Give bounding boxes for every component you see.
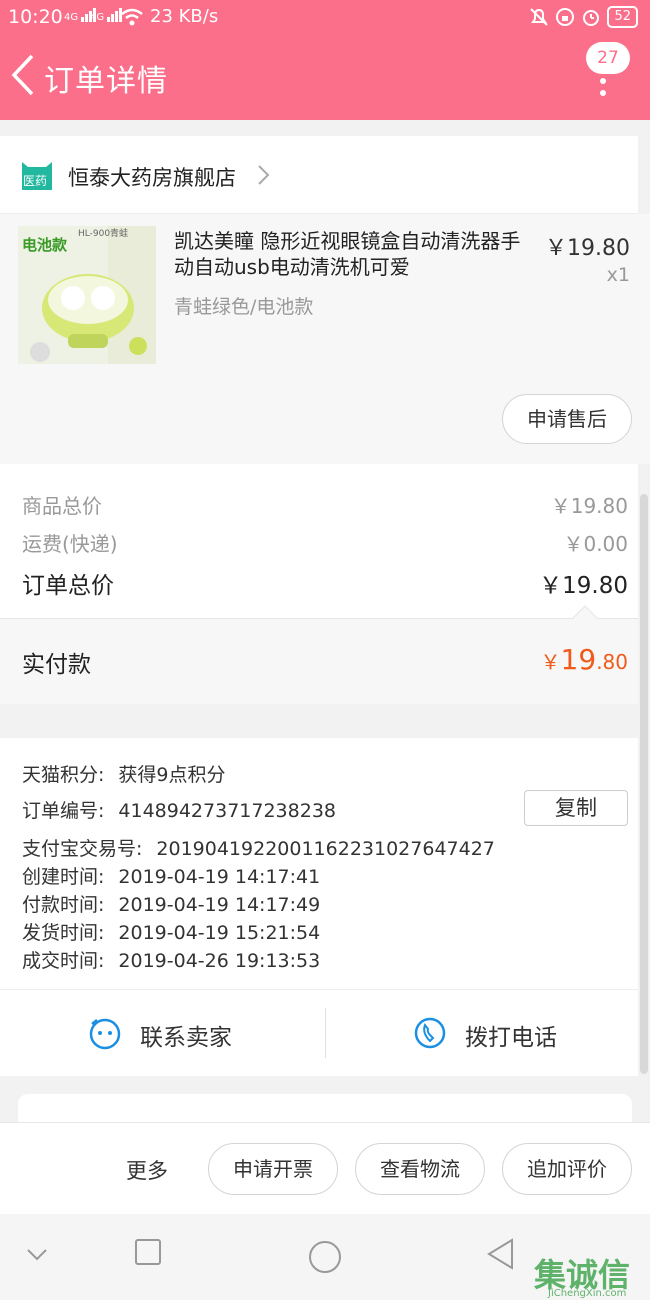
hide-nav-icon[interactable]: [26, 1248, 48, 1262]
chevron-right-icon: [258, 165, 270, 185]
more-menu-button[interactable]: 27: [580, 42, 630, 112]
points-row: 天猫积分: 获得9点积分: [22, 760, 226, 787]
shipping-label: 运费(快递): [22, 532, 118, 556]
back-nav-icon[interactable]: [486, 1238, 516, 1270]
message-count-badge: 27: [586, 42, 630, 74]
product-item[interactable]: 电池款 HL-900青蛙 凯达美瞳 隐形近视眼镜盒自动清洗器手动自动usb电动清…: [0, 214, 650, 464]
product-title[interactable]: 凯达美瞳 隐形近视眼镜盒自动清洗器手动自动usb电动清洗机可爱: [174, 228, 524, 280]
status-bar: 10:20 4G 4G 23 KB/s 52: [0, 0, 650, 34]
created-time-value: 2019-04-19 14:17:41: [118, 866, 321, 888]
price-summary: 商品总价 ￥19.80 运费(快递) ￥0.00 订单总价 ￥19.80 实付款…: [0, 464, 638, 704]
created-time-label: 创建时间:: [22, 866, 105, 888]
paid-time-label: 付款时间:: [22, 894, 105, 916]
product-spec: 青蛙绿色/电池款: [174, 296, 314, 318]
points-value: 获得9点积分: [118, 764, 226, 786]
goods-total-label: 商品总价: [22, 494, 102, 518]
copy-button[interactable]: 复制: [524, 790, 628, 826]
signal-icon-2: 4G: [90, 8, 123, 23]
goods-total-value: ￥19.80: [550, 494, 628, 518]
network-speed: 23 KB/s: [150, 6, 219, 27]
more-dots-icon: [600, 78, 608, 96]
contact-seller-button[interactable]: 联系卖家: [0, 990, 325, 1076]
status-time: 10:20: [8, 6, 63, 28]
wifi-icon: [121, 8, 143, 26]
product-image-model: HL-900青蛙: [78, 229, 129, 239]
home-icon[interactable]: [308, 1240, 342, 1274]
alipay-value: 2019041922001162231027647427: [156, 838, 495, 860]
shop-row[interactable]: 医药 恒泰大药房旗舰店: [0, 136, 638, 214]
paid-decimal: .80: [596, 650, 628, 674]
paid-time-value: 2019-04-19 14:17:49: [118, 894, 321, 916]
product-price: ￥19.80: [545, 236, 630, 261]
watermark-logo: 集诚信 JiChengXin.com: [534, 1250, 630, 1299]
alipay-label: 支付宝交易号:: [22, 838, 143, 860]
done-time-value: 2019-04-26 19:13:53: [118, 950, 321, 972]
paid-integer: 19: [560, 643, 597, 676]
shipped-time-row: 发货时间: 2019-04-19 15:21:54: [22, 918, 320, 945]
view-logistics-button[interactable]: 查看物流: [355, 1143, 485, 1195]
shipping-value: ￥0.00: [563, 532, 628, 556]
back-button[interactable]: [8, 50, 38, 100]
shipped-time-value: 2019-04-19 15:21:54: [118, 922, 321, 944]
page-title: 订单详情: [44, 64, 168, 99]
battery-level: 52: [607, 6, 638, 28]
paid-amount: ￥19.80: [541, 643, 628, 676]
order-number-value: 414894273717238238: [118, 800, 336, 822]
phone-icon: [414, 1017, 446, 1049]
mute-bell-icon: [530, 8, 549, 26]
done-time-label: 成交时间:: [22, 950, 105, 972]
recent-apps-icon[interactable]: [134, 1238, 162, 1266]
header: 订单详情 27: [0, 34, 650, 120]
created-time-row: 创建时间: 2019-04-19 14:17:41: [22, 862, 320, 889]
status-icons: 52: [529, 6, 638, 28]
product-thumbnail[interactable]: 电池款 HL-900青蛙: [18, 226, 156, 364]
order-info: 天猫积分: 获得9点积分 订单编号: 414894273717238238 复制 支…: [0, 738, 638, 990]
order-number-label: 订单编号:: [22, 800, 105, 822]
points-label: 天猫积分:: [22, 764, 105, 786]
more-actions-button[interactable]: 更多: [126, 1155, 168, 1185]
shop-name: 恒泰大药房旗舰店: [68, 166, 236, 190]
signal-label-2: 4G: [90, 12, 105, 23]
scrollbar[interactable]: [638, 494, 650, 1122]
paid-amount-row: 实付款 ￥19.80: [0, 618, 638, 704]
alarm-icon: [583, 10, 600, 26]
product-image-label: 电池款: [22, 236, 68, 254]
bottom-action-bar: 更多 申请开票 查看物流 追加评价: [0, 1122, 650, 1214]
call-button[interactable]: 拨打电话: [325, 990, 650, 1076]
back-arrow-icon: [11, 54, 34, 96]
signal-label: 4G: [64, 12, 79, 23]
after-sale-button[interactable]: 申请售后: [502, 394, 632, 444]
add-review-button[interactable]: 追加评价: [502, 1143, 632, 1195]
order-total-value: ￥19.80: [539, 573, 628, 599]
alipay-row: 支付宝交易号: 2019041922001162231027647427: [22, 834, 495, 861]
contact-bar: 联系卖家 拨打电话: [0, 990, 638, 1076]
apply-invoice-button[interactable]: 申请开票: [208, 1143, 338, 1195]
order-total-label: 订单总价: [22, 573, 114, 599]
scrollbar-thumb[interactable]: [640, 494, 648, 1074]
chat-face-icon: [89, 1018, 121, 1050]
order-number-row: 订单编号: 414894273717238238: [22, 796, 336, 823]
contact-seller-label: 联系卖家: [140, 1025, 232, 1051]
product-quantity: x1: [606, 264, 630, 286]
done-time-row: 成交时间: 2019-04-26 19:13:53: [22, 946, 320, 973]
watermark-url: JiChengXin.com: [548, 1288, 627, 1299]
paid-label: 实付款: [22, 652, 91, 678]
paid-currency: ￥: [540, 650, 561, 674]
call-label: 拨打电话: [465, 1025, 557, 1051]
paid-time-row: 付款时间: 2019-04-19 14:17:49: [22, 890, 320, 917]
shipped-time-label: 发货时间:: [22, 922, 105, 944]
shop-logo-text: 医药: [23, 174, 48, 188]
lock-rotation-icon: [556, 8, 575, 26]
